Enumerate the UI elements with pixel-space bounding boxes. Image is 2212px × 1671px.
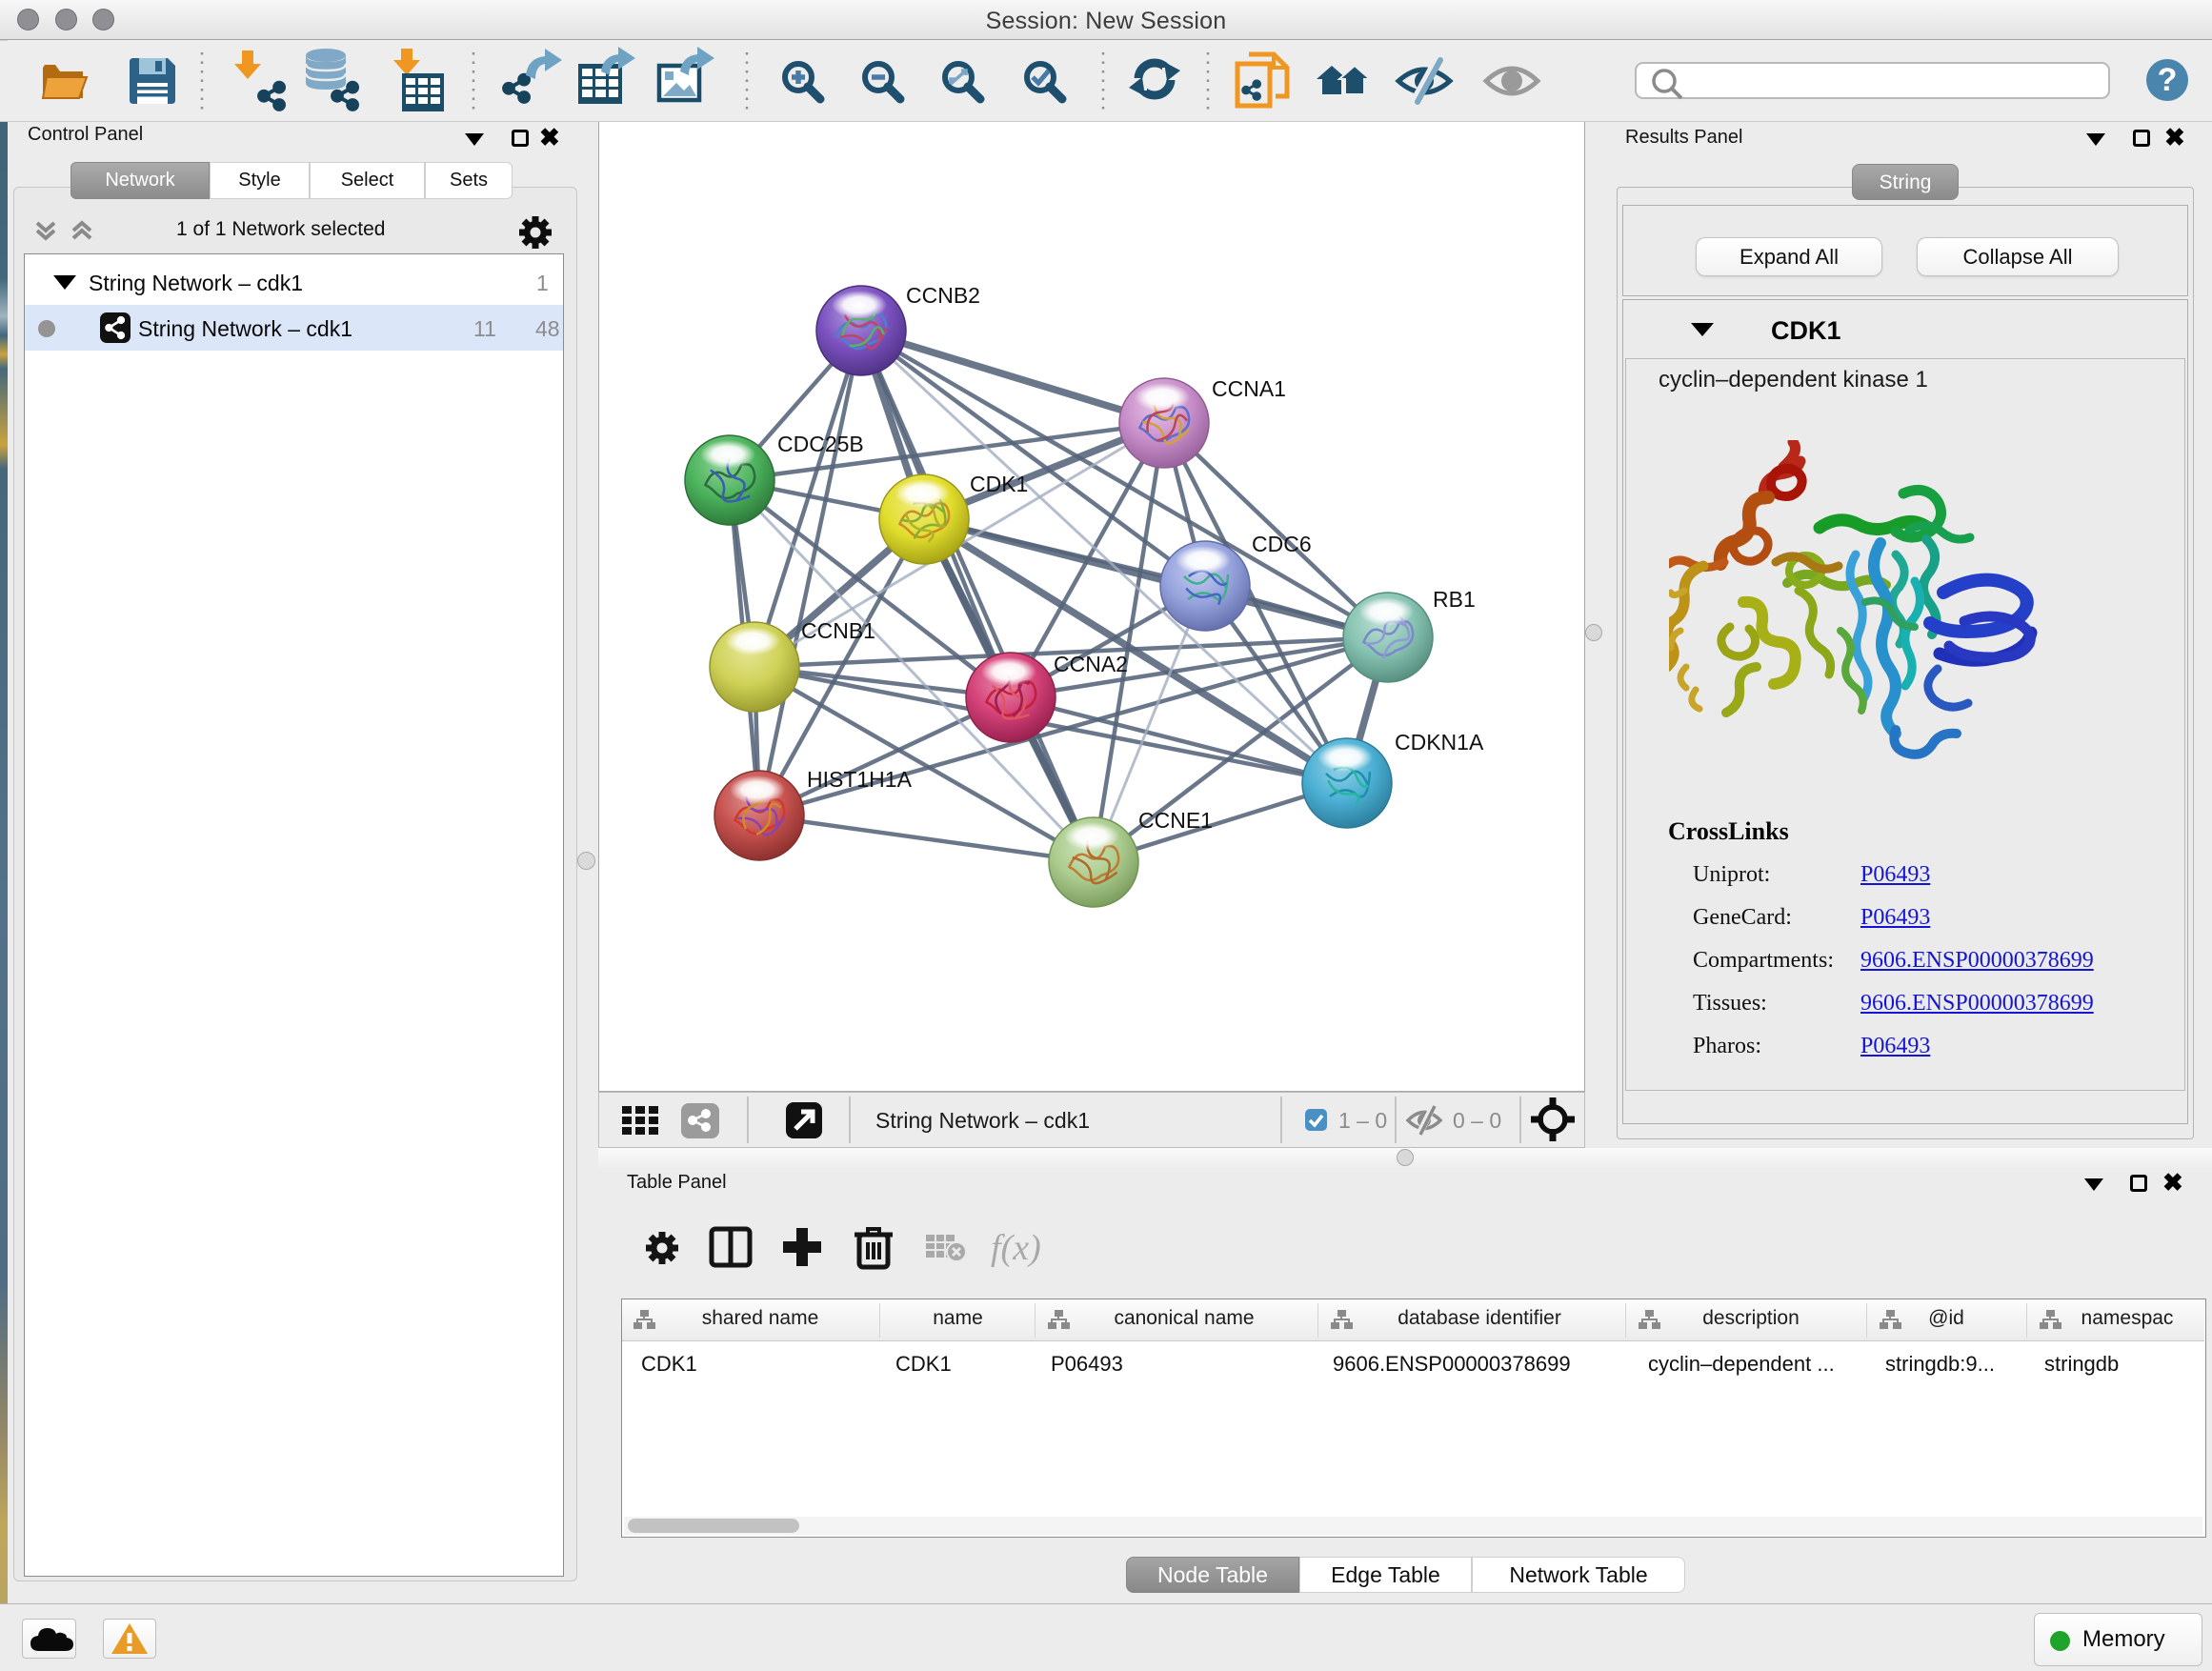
svg-text:CDC25B: CDC25B bbox=[777, 432, 864, 456]
svg-text:String Network – cdk1: String Network – cdk1 bbox=[875, 1108, 1090, 1133]
svg-text:CCNB1: CCNB1 bbox=[801, 618, 875, 643]
svg-text:CCNE1: CCNE1 bbox=[1138, 808, 1213, 833]
svg-text:CCNB2: CCNB2 bbox=[906, 283, 980, 308]
svg-text:f(x): f(x) bbox=[991, 1228, 1041, 1268]
svg-text:CCNA2: CCNA2 bbox=[1054, 652, 1128, 676]
svg-text:RB1: RB1 bbox=[1433, 587, 1476, 612]
svg-text:CCNA1: CCNA1 bbox=[1212, 376, 1286, 401]
svg-text:HIST1H1A: HIST1H1A bbox=[807, 767, 913, 792]
svg-text:CDC6: CDC6 bbox=[1252, 532, 1312, 556]
svg-text:CDKN1A: CDKN1A bbox=[1395, 730, 1484, 755]
svg-text:0 – 0: 0 – 0 bbox=[1453, 1108, 1501, 1133]
svg-text:CDK1: CDK1 bbox=[970, 472, 1028, 496]
svg-text:1 – 0: 1 – 0 bbox=[1338, 1108, 1387, 1133]
svg-text:?: ? bbox=[2158, 62, 2178, 98]
